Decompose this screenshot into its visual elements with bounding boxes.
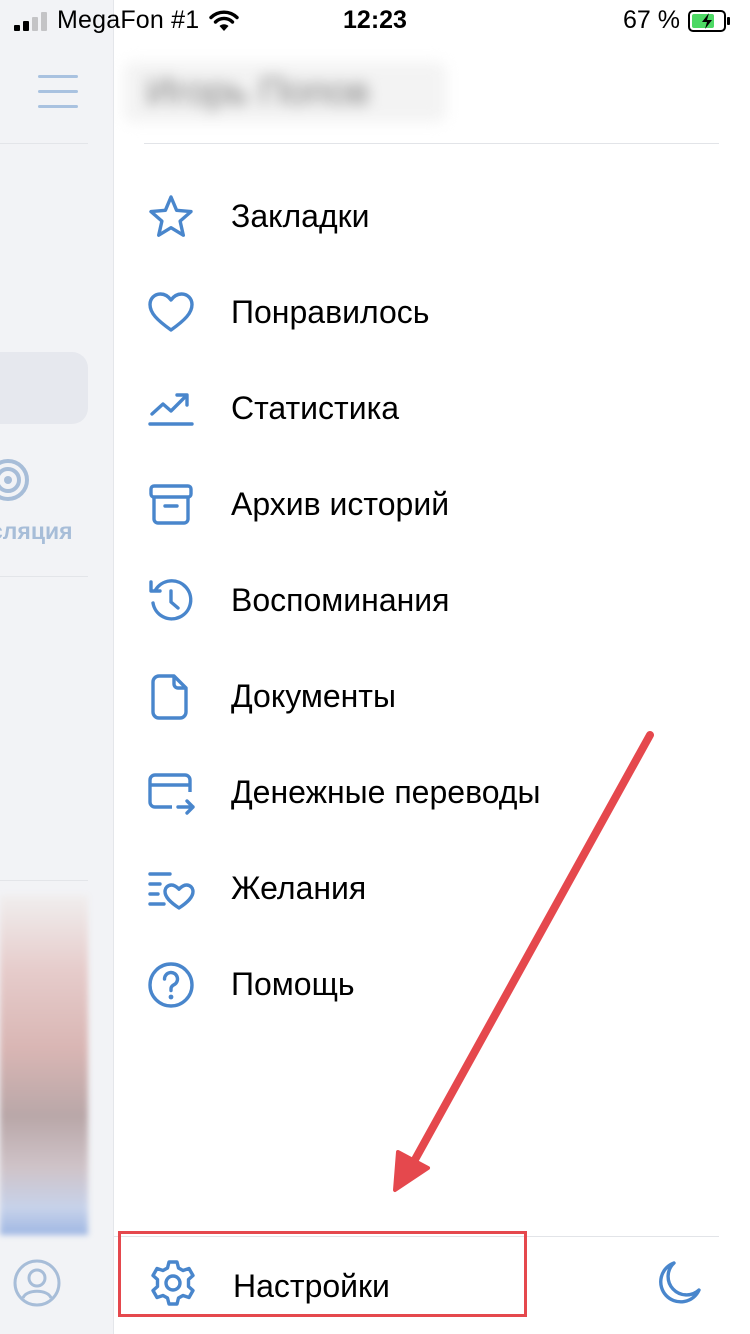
bg-divider <box>0 576 88 577</box>
menu-item-statistics[interactable]: Статистика <box>114 360 750 456</box>
background-app[interactable]: сляция <box>0 0 114 1334</box>
document-icon <box>151 674 188 720</box>
menu-item-bookmarks[interactable]: Закладки <box>114 168 750 264</box>
battery-percent: 67 % <box>623 6 680 34</box>
menu-item-memories[interactable]: Воспоминания <box>114 552 750 648</box>
money-transfer-icon <box>148 773 195 815</box>
menu-item-wishlist[interactable]: Желания <box>114 840 750 936</box>
archive-icon <box>149 484 193 525</box>
menu-item-label: Документы <box>231 678 396 714</box>
menu-item-liked[interactable]: Понравилось <box>114 264 750 360</box>
menu-item-label: Закладки <box>231 198 370 234</box>
menu-item-label: Денежные переводы <box>231 774 541 810</box>
menu-item-label: Понравилось <box>231 294 430 330</box>
bg-search-field[interactable] <box>0 352 88 424</box>
menu-item-label: Желания <box>231 870 367 906</box>
menu-item-label: Архив историй <box>231 486 450 522</box>
menu-item-label: Статистика <box>231 390 400 426</box>
bg-divider <box>0 880 88 881</box>
stats-icon <box>148 393 194 426</box>
battery-icon <box>688 9 730 32</box>
menu-list: Закладки Понравилось Статистика Архив ис… <box>114 168 750 1032</box>
menu-item-money-transfers[interactable]: Денежные переводы <box>114 744 750 840</box>
bg-blurred-photo <box>0 895 88 1235</box>
live-broadcast-icon[interactable] <box>0 458 30 502</box>
history-icon <box>149 579 193 621</box>
bg-divider <box>0 143 88 144</box>
profile-tab-icon[interactable] <box>12 1258 62 1308</box>
status-bar: MegaFon #1 12:23 67 % <box>0 0 750 40</box>
moon-icon[interactable] <box>654 1258 704 1308</box>
side-menu: Игорь Попов Закладки Понравилось Статист… <box>114 0 750 1334</box>
status-right: 67 % <box>623 6 732 35</box>
help-icon <box>148 962 194 1008</box>
wishlist-icon <box>148 872 195 910</box>
bg-live-label: сляция <box>0 518 73 544</box>
annotation-highlight-box <box>118 1231 527 1317</box>
star-icon <box>149 195 193 237</box>
profile-name[interactable]: Игорь Попов <box>124 62 446 122</box>
menu-divider <box>144 143 719 144</box>
menu-item-label: Помощь <box>231 966 355 1002</box>
menu-item-stories-archive[interactable]: Архив историй <box>114 456 750 552</box>
menu-item-help[interactable]: Помощь <box>114 936 750 1032</box>
hamburger-menu-icon[interactable] <box>38 75 78 109</box>
menu-item-label: Воспоминания <box>231 582 450 618</box>
heart-icon <box>148 292 194 332</box>
menu-item-documents[interactable]: Документы <box>114 648 750 744</box>
